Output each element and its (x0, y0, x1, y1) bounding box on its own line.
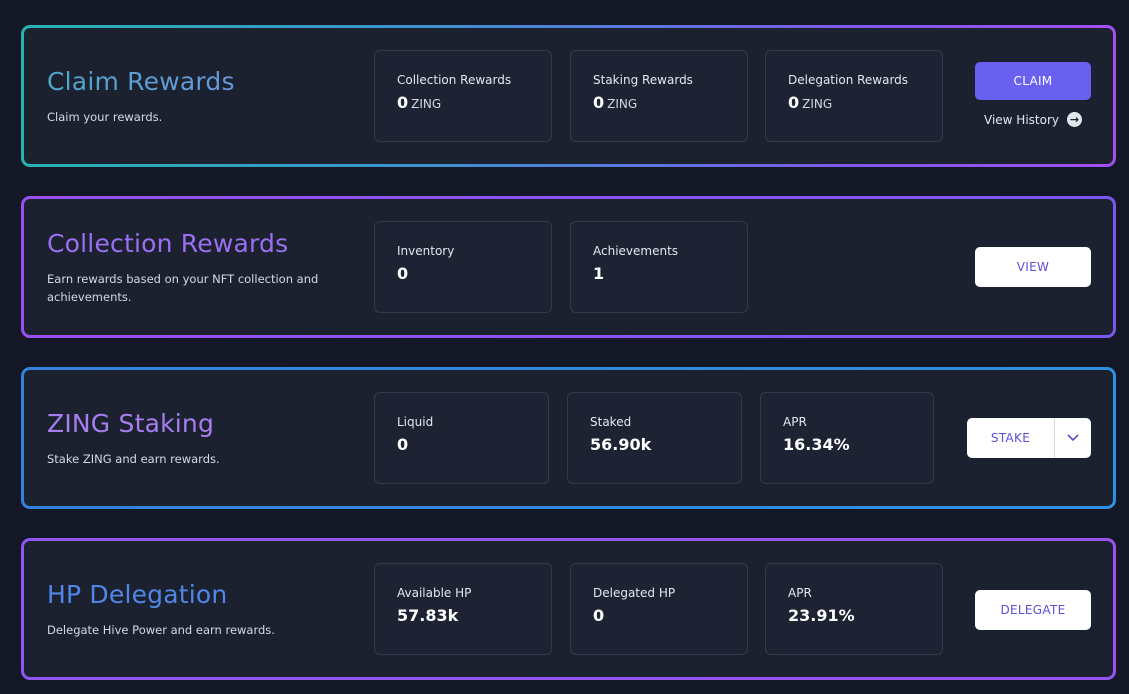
stat-value: 56.90k (590, 435, 652, 454)
liquid-stat: Liquid 0 (374, 392, 549, 484)
stat-value: 57.83k (397, 606, 459, 625)
stat-value: 0 (397, 264, 409, 283)
available-hp-stat: Available HP 57.83k (374, 563, 552, 655)
card-title: Claim Rewards (47, 67, 357, 96)
card-title: HP Delegation (47, 579, 228, 609)
inventory-stat: Inventory 0 (374, 221, 552, 313)
stat-value: 0 ZING (397, 93, 442, 112)
stat-label: Inventory (397, 244, 455, 258)
collection-rewards-stat: Collection Rewards 0 ZING (374, 50, 552, 142)
stat-value: 0 (397, 435, 409, 454)
card-description: Claim your rewards. (47, 109, 163, 124)
stat-value: 0 (593, 606, 605, 625)
stat-label: Delegation Rewards (788, 73, 909, 87)
card-title: Collection Rewards (47, 228, 289, 258)
arrow-right-circle-icon: → (1066, 112, 1082, 127)
delegated-hp-stat: Delegated HP 0 (570, 563, 748, 655)
delegation-rewards-stat: Delegation Rewards 0 ZING (765, 50, 943, 142)
stake-button[interactable]: STAKE (967, 418, 1055, 458)
stat-value: 16.34% (783, 435, 850, 454)
view-history-label: View History (984, 112, 1059, 127)
stat-label: Achievements (593, 244, 679, 258)
view-history-link[interactable]: View History → (984, 112, 1082, 127)
stat-label: Delegated HP (593, 586, 676, 600)
stat-value: 0 ZING (593, 93, 638, 112)
card-title: ZING Staking (47, 408, 215, 438)
staked-stat: Staked 56.90k (567, 392, 742, 484)
stat-label: Liquid (397, 415, 434, 429)
view-button[interactable]: VIEW (975, 247, 1091, 287)
delegation-apr-stat: APR 23.91% (765, 563, 943, 655)
delegate-button[interactable]: DELEGATE (975, 590, 1091, 630)
stat-label: Available HP (397, 586, 472, 600)
stat-label: Staking Rewards (593, 73, 693, 87)
collection-rewards-card: Collection Rewards Earn rewards based on… (21, 196, 1116, 338)
staking-rewards-stat: Staking Rewards 0 ZING (570, 50, 748, 142)
card-description: Delegate Hive Power and earn rewards. (47, 622, 275, 637)
stat-unit: ZING (802, 97, 833, 111)
claim-button[interactable]: CLAIM (975, 62, 1091, 100)
claim-rewards-card: Claim Rewards Claim your rewards. Collec… (21, 25, 1116, 167)
stat-unit: ZING (607, 97, 638, 111)
staking-apr-stat: APR 16.34% (760, 392, 934, 484)
stat-value: 0 ZING (788, 93, 833, 112)
stat-label: APR (783, 415, 807, 429)
stat-unit: ZING (411, 97, 442, 111)
stat-label: Staked (590, 415, 632, 429)
zing-staking-card: ZING Staking Stake ZING and earn rewards… (21, 367, 1116, 509)
stat-value: 23.91% (788, 606, 855, 625)
stake-split-button: STAKE (967, 418, 1091, 458)
stat-label: Collection Rewards (397, 73, 512, 87)
stat-label: APR (788, 586, 812, 600)
achievements-stat: Achievements 1 (570, 221, 748, 313)
chevron-down-icon (1067, 434, 1079, 442)
card-description: Stake ZING and earn rewards. (47, 451, 220, 466)
stat-value: 1 (593, 264, 605, 283)
card-description: Earn rewards based on your NFT collectio… (47, 271, 319, 304)
hp-delegation-card: HP Delegation Delegate Hive Power and ea… (21, 538, 1116, 680)
stake-dropdown-toggle[interactable] (1055, 418, 1091, 458)
